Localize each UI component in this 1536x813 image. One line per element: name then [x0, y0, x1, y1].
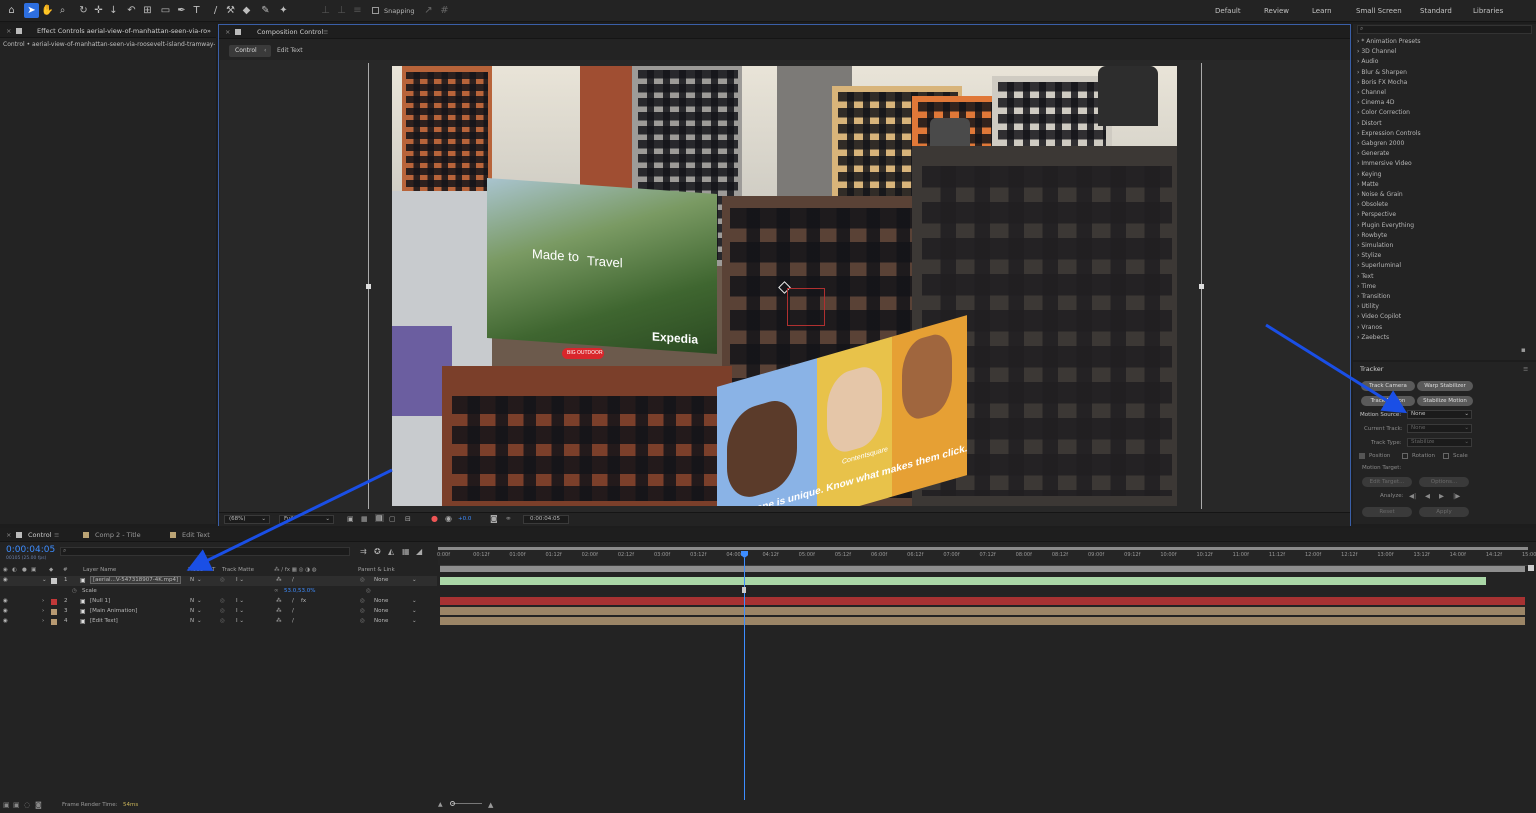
annotation-arrow-to-layer	[186, 468, 393, 571]
annotation-arrows	[186, 323, 1408, 571]
annotation-arrow-to-tracker	[1265, 323, 1408, 414]
